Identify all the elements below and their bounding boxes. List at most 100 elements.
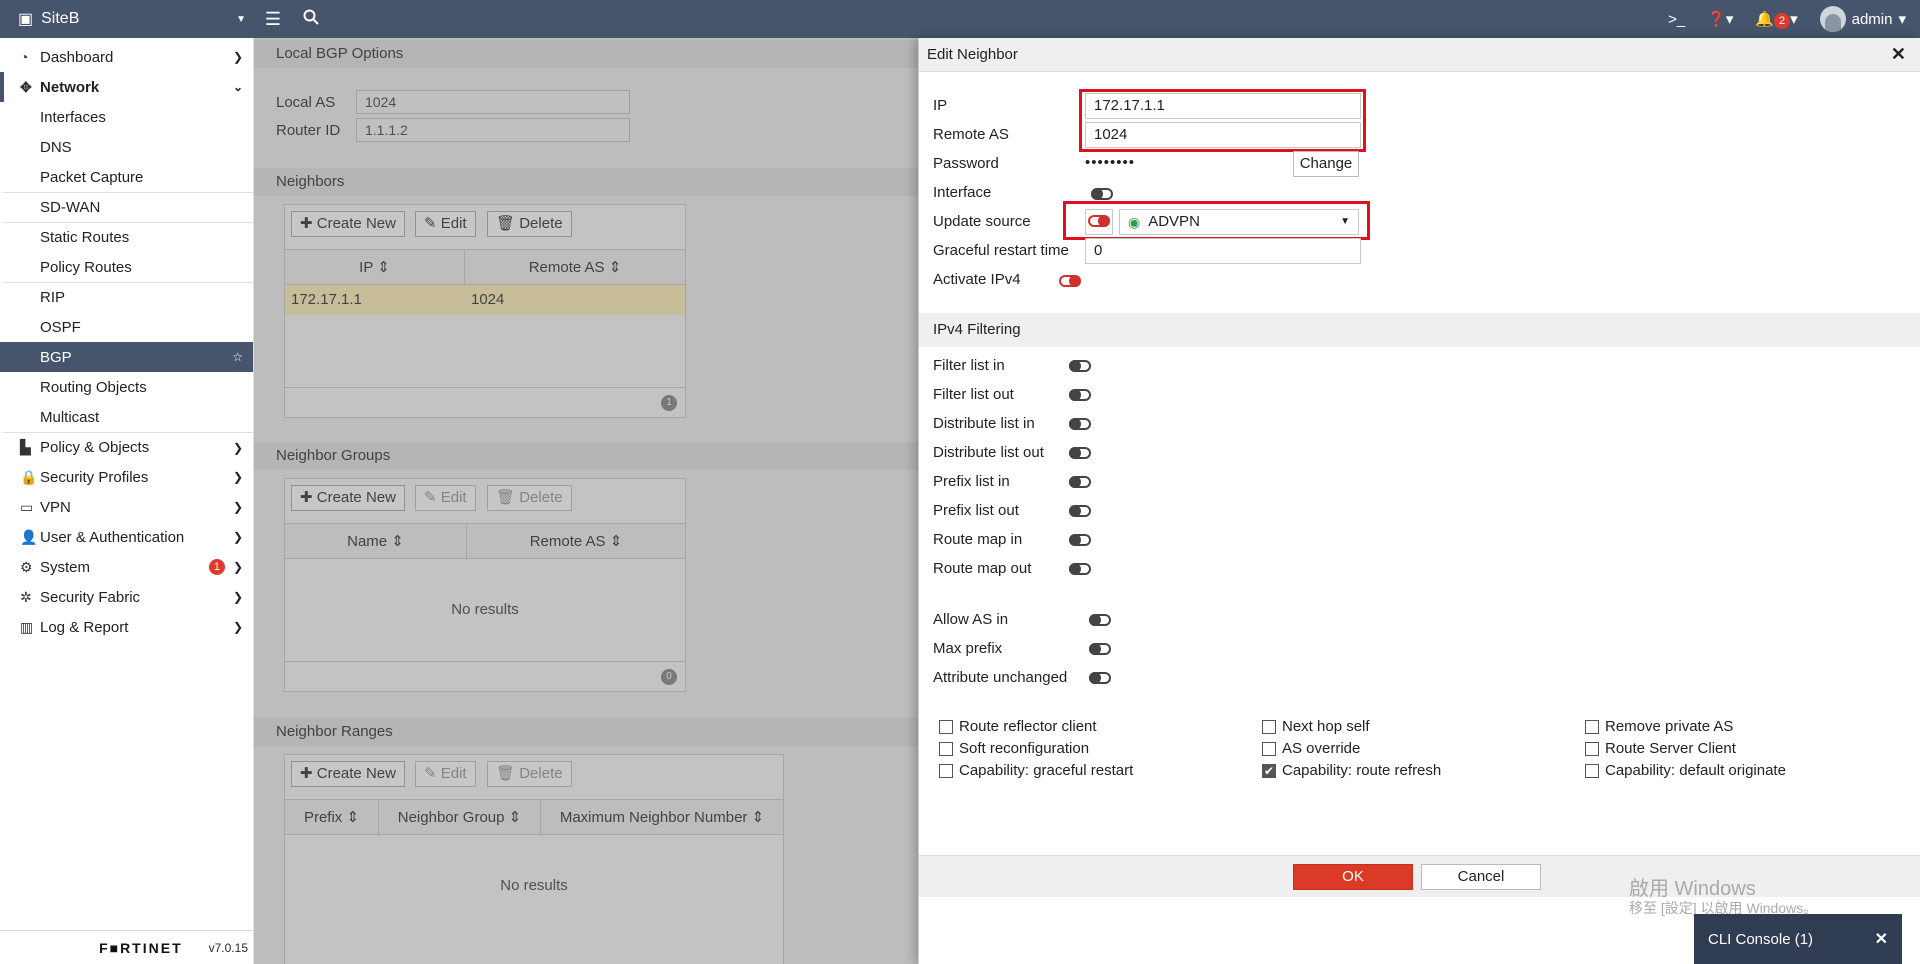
- remove-private-as-checkbox[interactable]: Remove private AS: [1585, 718, 1733, 735]
- highlight-box: [1063, 201, 1370, 240]
- filter-list-out-label: Filter list out: [933, 386, 1014, 403]
- close-icon[interactable]: ✕: [1891, 44, 1906, 65]
- policy-icon: ▙: [20, 439, 31, 455]
- dialog-header: Edit Neighbor ✕: [919, 38, 1920, 72]
- sidebar-item-vpn[interactable]: ▭ VPN ❯: [0, 492, 253, 522]
- sidebar-item-security-profiles[interactable]: 🔒 Security Profiles ❯: [0, 462, 253, 492]
- ok-button[interactable]: OK: [1293, 864, 1413, 890]
- distribute-list-out-toggle[interactable]: [1069, 447, 1091, 459]
- prefix-list-in-toggle[interactable]: [1069, 476, 1091, 488]
- capability-route-refresh-checkbox[interactable]: ✔ Capability: route refresh: [1262, 762, 1441, 779]
- sidebar-item-user-authentication[interactable]: 👤 User & Authentication ❯: [0, 522, 253, 552]
- next-hop-self-checkbox[interactable]: Next hop self: [1262, 718, 1370, 735]
- password-label: Password: [933, 155, 999, 172]
- user-icon: 👤: [20, 528, 38, 545]
- chevron-right-icon: ❯: [232, 620, 243, 634]
- lock-icon: 🔒: [20, 468, 38, 485]
- ip-label: IP: [933, 97, 948, 114]
- route-map-in-label: Route map in: [933, 531, 1023, 548]
- sidebar-item-dns[interactable]: DNS: [0, 132, 253, 162]
- dialog-title: Edit Neighbor: [927, 46, 1018, 63]
- user-menu[interactable]: admin ▾: [1819, 6, 1906, 32]
- close-icon[interactable]: ✕: [1875, 929, 1888, 949]
- sidebar-item-system[interactable]: ⚙ System 1 ❯: [0, 552, 253, 582]
- gear-icon: ⚙: [20, 558, 33, 575]
- sidebar-item-security-fabric[interactable]: ✲ Security Fabric ❯: [0, 582, 253, 612]
- sidebar-item-packet-capture[interactable]: Packet Capture: [0, 162, 253, 192]
- cli-icon[interactable]: >_: [1668, 11, 1685, 28]
- interface-label: Interface: [933, 184, 992, 201]
- ipv4-filtering-header: IPv4 Filtering: [919, 313, 1920, 347]
- chevron-down-icon: ⌄: [232, 80, 243, 94]
- windows-activation-title: 啟用 Windows: [1629, 878, 1756, 900]
- chevron-right-icon: ❯: [232, 560, 243, 574]
- help-icon[interactable]: ❓▾: [1707, 10, 1733, 28]
- dialog-footer: OK Cancel: [919, 855, 1920, 897]
- menu-icon[interactable]: ☰: [254, 9, 292, 30]
- chevron-right-icon: ❯: [232, 590, 243, 604]
- user-name: admin: [1851, 10, 1893, 28]
- route-map-in-toggle[interactable]: [1069, 534, 1091, 546]
- sidebar-item-policy-objects[interactable]: ▙ Policy & Objects ❯: [0, 432, 253, 462]
- interface-toggle[interactable]: [1091, 188, 1113, 200]
- site-selector[interactable]: ▣ SiteB ▼: [0, 0, 254, 38]
- sidebar-item-policy-routes[interactable]: Policy Routes: [0, 252, 253, 282]
- attribute-unchanged-label: Attribute unchanged: [933, 669, 1068, 686]
- sidebar: ◔ Dashboard ❯ ✥ Network ⌄ Interfaces DNS Pac…: [0, 38, 254, 964]
- sidebar-item-log-report[interactable]: ▥ Log & Report ❯: [0, 612, 253, 642]
- as-override-checkbox[interactable]: AS override: [1262, 740, 1360, 757]
- change-password-button[interactable]: Change: [1293, 151, 1359, 177]
- chart-icon: ▥: [20, 618, 34, 635]
- caret-down-icon: ▼: [236, 13, 246, 25]
- attribute-unchanged-toggle[interactable]: [1089, 672, 1111, 684]
- highlight-box: [1079, 89, 1366, 152]
- notifications-badge: 2: [1774, 12, 1791, 29]
- sidebar-item-sd-wan[interactable]: SD-WAN: [0, 192, 253, 222]
- activate-ipv4-toggle[interactable]: [1059, 275, 1081, 287]
- filter-list-in-toggle[interactable]: [1069, 360, 1091, 372]
- sidebar-item-ospf[interactable]: OSPF: [0, 312, 253, 342]
- route-reflector-client-checkbox[interactable]: Route reflector client: [939, 718, 1097, 735]
- sidebar-item-bgp[interactable]: BGP ☆: [0, 342, 253, 372]
- soft-reconfiguration-checkbox[interactable]: Soft reconfiguration: [939, 740, 1089, 757]
- fortinet-logo: F■RTINET: [99, 939, 183, 956]
- graceful-restart-field[interactable]: 0: [1085, 238, 1361, 264]
- sidebar-item-routing-objects[interactable]: Routing Objects: [0, 372, 253, 402]
- network-icon: ✥: [20, 78, 32, 95]
- max-prefix-toggle[interactable]: [1089, 643, 1111, 655]
- chevron-right-icon: ❯: [232, 530, 243, 544]
- filter-list-in-label: Filter list in: [933, 357, 1005, 374]
- capability-default-originate-checkbox[interactable]: Capability: default originate: [1585, 762, 1786, 779]
- sidebar-item-static-routes[interactable]: Static Routes: [0, 222, 253, 252]
- fabric-icon: ✲: [20, 588, 32, 605]
- distribute-list-in-toggle[interactable]: [1069, 418, 1091, 430]
- notifications-button[interactable]: 🔔 2 ▾: [1755, 10, 1798, 29]
- route-map-out-label: Route map out: [933, 560, 1032, 577]
- search-icon[interactable]: [292, 9, 330, 30]
- filter-list-out-toggle[interactable]: [1069, 389, 1091, 401]
- sidebar-item-multicast[interactable]: Multicast: [0, 402, 253, 432]
- activate-ipv4-label: Activate IPv4: [933, 271, 1021, 288]
- allow-as-in-label: Allow AS in: [933, 611, 1009, 628]
- sidebar-item-dashboard[interactable]: ◔ Dashboard ❯: [0, 42, 253, 72]
- cli-console-bar[interactable]: CLI Console (1) ✕: [1694, 914, 1902, 964]
- distribute-list-out-label: Distribute list out: [933, 444, 1044, 461]
- capability-graceful-restart-checkbox[interactable]: Capability: graceful restart: [939, 762, 1133, 779]
- route-map-out-toggle[interactable]: [1069, 563, 1091, 575]
- update-source-label: Update source: [933, 213, 1031, 230]
- allow-as-in-toggle[interactable]: [1089, 614, 1111, 626]
- system-badge: 1: [208, 559, 225, 575]
- sidebar-item-network[interactable]: ✥ Network ⌄: [0, 72, 253, 102]
- cancel-button[interactable]: Cancel: [1421, 864, 1541, 890]
- top-bar: ▣ SiteB ▼ ☰ >_ ❓▾ 🔔 2 ▾ admin ▾: [0, 0, 1920, 38]
- cli-console-label: CLI Console (1): [1708, 930, 1814, 948]
- star-icon[interactable]: ☆: [232, 350, 243, 364]
- prefix-list-out-toggle[interactable]: [1069, 505, 1091, 517]
- sidebar-item-interfaces[interactable]: Interfaces: [0, 102, 253, 132]
- sidebar-item-rip[interactable]: RIP: [0, 282, 253, 312]
- laptop-icon: ▭: [20, 498, 34, 515]
- modal-overlay: [254, 38, 918, 964]
- chevron-right-icon: ❯: [232, 470, 243, 484]
- route-server-client-checkbox[interactable]: Route Server Client: [1585, 740, 1736, 757]
- site-name: SiteB: [41, 10, 80, 27]
